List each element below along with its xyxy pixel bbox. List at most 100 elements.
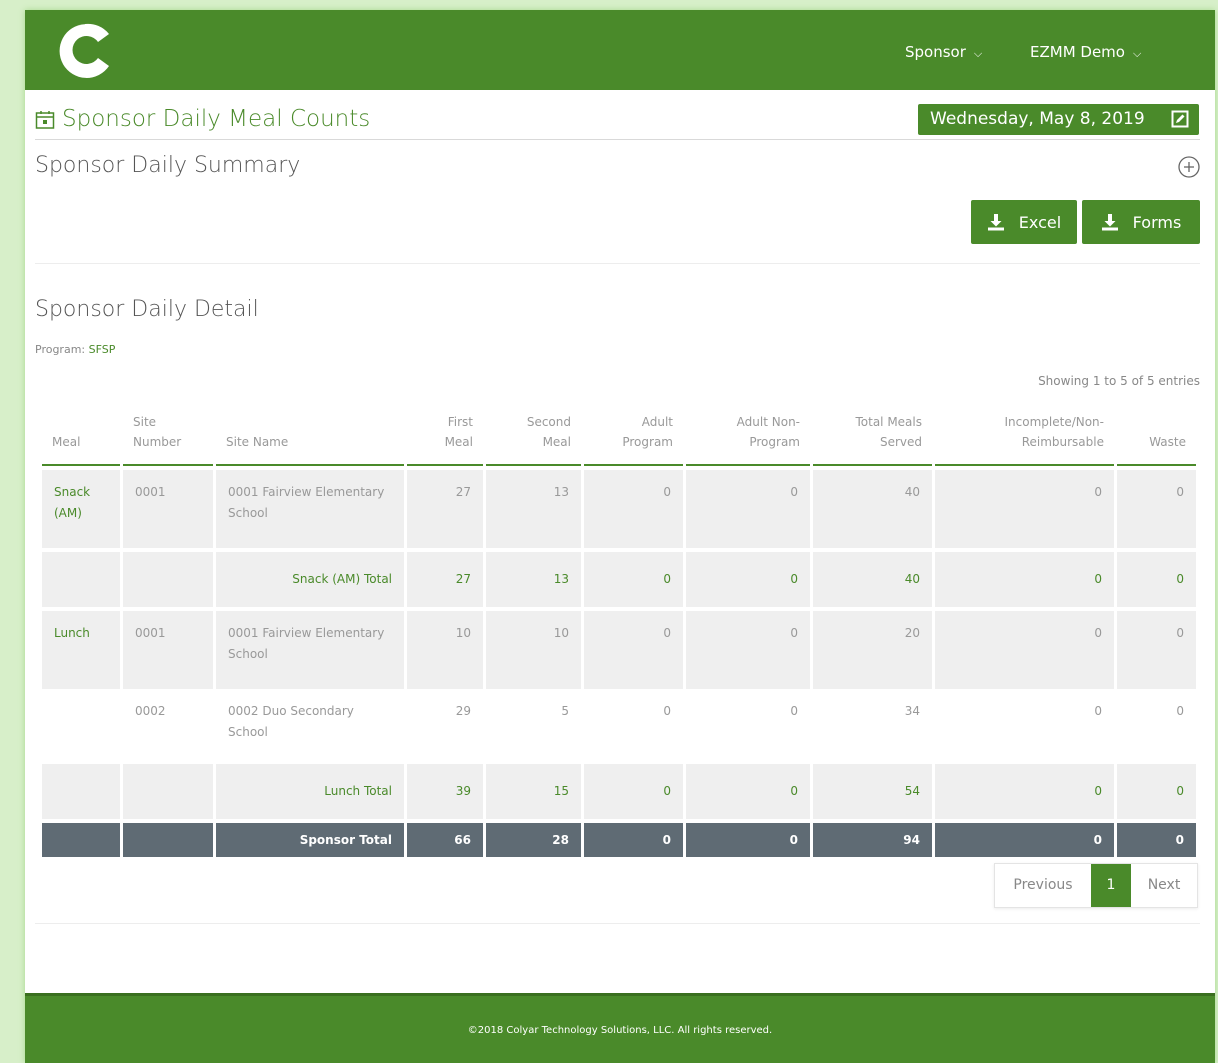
cell-first-meal: 10 <box>407 611 483 689</box>
cell-second-meal: 13 <box>486 470 581 548</box>
previous-page-button[interactable]: Previous <box>995 864 1091 907</box>
cell-incomplete: 0 <box>935 552 1114 607</box>
cell-adult-non-program: 0 <box>686 552 810 607</box>
table-row: 0002 0002 Duo Secondary School 29 5 0 0 … <box>42 689 1196 764</box>
sponsor-total-row: Sponsor Total 66 28 0 0 94 0 0 <box>42 823 1196 857</box>
expand-plus-icon[interactable] <box>1177 155 1201 179</box>
cell-second-meal: 10 <box>486 611 581 689</box>
cell-site-name: 0001 Fairview Elementary School <box>216 611 404 689</box>
sponsor-menu[interactable]: Sponsor ⌵ <box>905 43 982 61</box>
subtotal-row: Lunch Total 39 15 0 0 54 0 0 <box>42 764 1196 819</box>
page-1-button[interactable]: 1 <box>1091 864 1131 907</box>
cell-second-meal: 15 <box>486 764 581 819</box>
cell-incomplete: 0 <box>935 823 1114 857</box>
cell-incomplete: 0 <box>935 689 1114 764</box>
chevron-down-icon: ⌵ <box>1132 47 1142 60</box>
cell-first-meal: 27 <box>407 552 483 607</box>
forms-download-button[interactable]: Forms <box>1082 200 1200 244</box>
program-info: Program: SFSP <box>35 343 115 356</box>
edit-calendar-icon <box>1171 110 1189 128</box>
header-meal[interactable]: Meal <box>42 408 120 466</box>
cell-adult-program: 0 <box>584 823 683 857</box>
header-adult-program[interactable]: Adult Program <box>584 408 683 466</box>
copyright-text: ©2018 Colyar Technology Solutions, LLC. … <box>467 1025 773 1036</box>
divider <box>35 263 1200 264</box>
cell-waste: 0 <box>1117 823 1196 857</box>
chevron-down-icon: ⌵ <box>973 47 983 60</box>
download-icon <box>1101 214 1118 231</box>
cell-waste: 0 <box>1117 611 1196 689</box>
forms-label: Forms <box>1132 212 1182 232</box>
table-row: Lunch 0001 0001 Fairview Elementary Scho… <box>42 611 1196 689</box>
cell-adult-non-program: 0 <box>686 470 810 548</box>
cell-first-meal: 66 <box>407 823 483 857</box>
cell-adult-program: 0 <box>584 552 683 607</box>
cell-total-meals: 94 <box>813 823 932 857</box>
cell-adult-program: 0 <box>584 611 683 689</box>
cell-adult-program: 0 <box>584 764 683 819</box>
cell-incomplete: 0 <box>935 764 1114 819</box>
table-header-row: Meal Site Number Site Name First Meal Se… <box>42 408 1196 466</box>
cell-total-meals: 40 <box>813 470 932 548</box>
divider <box>35 923 1200 924</box>
cell-total-meals: 40 <box>813 552 932 607</box>
cell-second-meal: 28 <box>486 823 581 857</box>
header-adult-non-program[interactable]: Adult Non-Program <box>686 408 810 466</box>
program-value: SFSP <box>88 343 116 356</box>
cell-adult-non-program: 0 <box>686 689 810 764</box>
cell-incomplete: 0 <box>935 611 1114 689</box>
entries-info: Showing 1 to 5 of 5 entries <box>1038 374 1200 388</box>
header-site-name[interactable]: Site Name <box>216 408 404 466</box>
cell-waste: 0 <box>1117 764 1196 819</box>
header-total-meals[interactable]: Total Meals Served <box>813 408 932 466</box>
user-menu-label: EZMM Demo <box>1030 43 1125 61</box>
subtotal-row: Snack (AM) Total 27 13 0 0 40 0 0 <box>42 552 1196 607</box>
excel-download-button[interactable]: Excel <box>971 200 1077 244</box>
sponsor-menu-label: Sponsor <box>905 43 966 61</box>
next-page-button[interactable]: Next <box>1131 864 1197 907</box>
logo-icon[interactable] <box>55 20 115 82</box>
cell-meal: Snack (AM) <box>42 470 120 548</box>
date-label: Wednesday, May 8, 2019 <box>930 109 1145 129</box>
cell-waste: 0 <box>1117 552 1196 607</box>
user-menu[interactable]: EZMM Demo ⌵ <box>1030 43 1141 61</box>
cell-second-meal: 13 <box>486 552 581 607</box>
cell-adult-non-program: 0 <box>686 764 810 819</box>
detail-section-title: Sponsor Daily Detail <box>35 297 259 322</box>
header-site-number[interactable]: Site Number <box>123 408 213 466</box>
cell-first-meal: 39 <box>407 764 483 819</box>
header-second-meal[interactable]: Second Meal <box>486 408 581 466</box>
summary-section-title: Sponsor Daily Summary <box>35 153 301 178</box>
header-first-meal[interactable]: First Meal <box>407 408 483 466</box>
cell-waste: 0 <box>1117 689 1196 764</box>
app-frame: Sponsor ⌵ EZMM Demo ⌵ Sponsor Daily Meal… <box>25 10 1215 1063</box>
program-label: Program: <box>35 343 86 356</box>
calendar-icon <box>35 111 55 129</box>
header-waste[interactable]: Waste <box>1117 408 1196 466</box>
cell-adult-program: 0 <box>584 470 683 548</box>
cell-adult-program: 0 <box>584 689 683 764</box>
cell-meal: Lunch <box>42 611 120 689</box>
cell-site-number: 0001 <box>123 470 213 548</box>
cell-adult-non-program: 0 <box>686 823 810 857</box>
date-picker-button[interactable]: Wednesday, May 8, 2019 <box>918 104 1199 135</box>
top-navbar: Sponsor ⌵ EZMM Demo ⌵ <box>25 10 1215 90</box>
cell-site-name: 0002 Duo Secondary School <box>216 689 404 764</box>
cell-total-meals: 34 <box>813 689 932 764</box>
cell-site-number: 0002 <box>123 689 213 764</box>
total-label: Sponsor Total <box>216 823 404 857</box>
cell-first-meal: 29 <box>407 689 483 764</box>
cell-first-meal: 27 <box>407 470 483 548</box>
header-incomplete[interactable]: Incomplete/Non-Reimbursable <box>935 408 1114 466</box>
cell-second-meal: 5 <box>486 689 581 764</box>
meal-counts-table: Meal Site Number Site Name First Meal Se… <box>39 408 1199 857</box>
pagination: Previous 1 Next <box>994 863 1198 908</box>
cell-site-name: 0001 Fairview Elementary School <box>216 470 404 548</box>
subtotal-label: Lunch Total <box>216 764 404 819</box>
page-title: Sponsor Daily Meal Counts <box>62 106 371 132</box>
subtotal-label: Snack (AM) Total <box>216 552 404 607</box>
footer: ©2018 Colyar Technology Solutions, LLC. … <box>25 993 1215 1063</box>
excel-label: Excel <box>1018 212 1062 232</box>
cell-waste: 0 <box>1117 470 1196 548</box>
cell-adult-non-program: 0 <box>686 611 810 689</box>
